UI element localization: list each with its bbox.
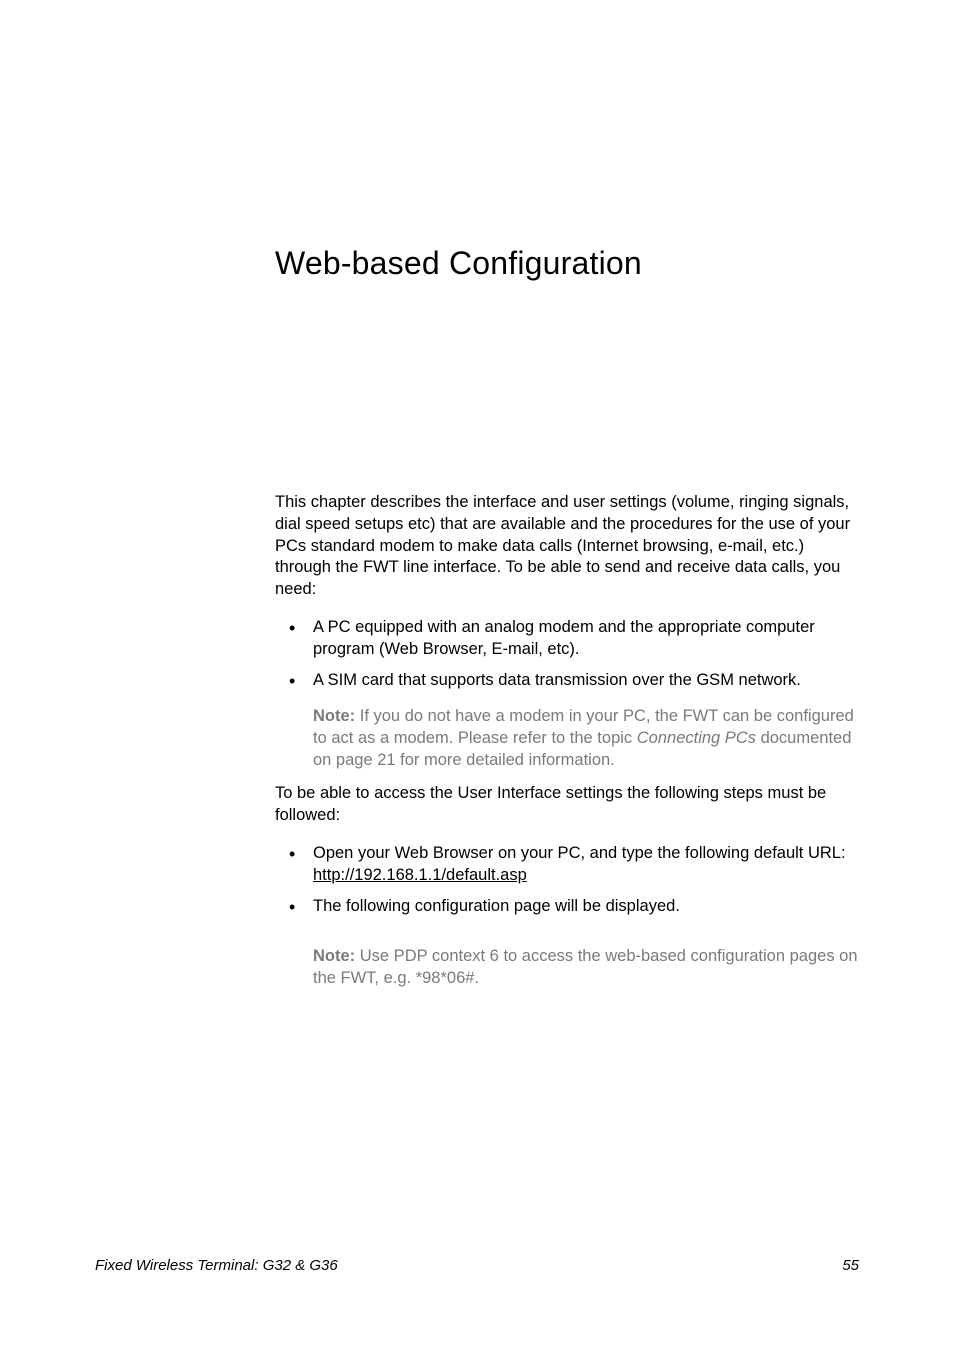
chapter-title: Web-based Configuration — [275, 245, 859, 282]
step-text: The following configuration page will be… — [313, 897, 680, 915]
step-item: The following configuration page will be… — [275, 896, 859, 918]
page-footer: Fixed Wireless Terminal: G32 & G36 55 — [95, 1257, 859, 1274]
note-label: Note: — [313, 947, 355, 965]
note-label: Note: — [313, 707, 355, 725]
footer-page-number: 55 — [842, 1257, 859, 1274]
access-paragraph: To be able to access the User Interface … — [275, 783, 859, 827]
config-url-link[interactable]: http://192.168.1.1/default.asp — [313, 866, 527, 884]
note-block-1: Note: If you do not have a modem in your… — [275, 706, 859, 771]
steps-list: Open your Web Browser on your PC, and ty… — [275, 843, 859, 918]
topic-reference: Connecting PCs — [637, 729, 756, 747]
requirement-item: A SIM card that supports data transmissi… — [275, 670, 859, 692]
requirement-item: A PC equipped with an analog modem and t… — [275, 617, 859, 661]
footer-document-title: Fixed Wireless Terminal: G32 & G36 — [95, 1257, 338, 1274]
step-text: Open your Web Browser on your PC, and ty… — [313, 844, 846, 862]
step-item: Open your Web Browser on your PC, and ty… — [275, 843, 859, 887]
note-block-2: Note: Use PDP context 6 to access the we… — [275, 946, 859, 990]
document-page: Web-based Configuration This chapter des… — [0, 0, 954, 1352]
intro-paragraph: This chapter describes the interface and… — [275, 492, 859, 601]
requirements-list: A PC equipped with an analog modem and t… — [275, 617, 859, 692]
note-text: Use PDP context 6 to access the web-base… — [313, 947, 858, 987]
